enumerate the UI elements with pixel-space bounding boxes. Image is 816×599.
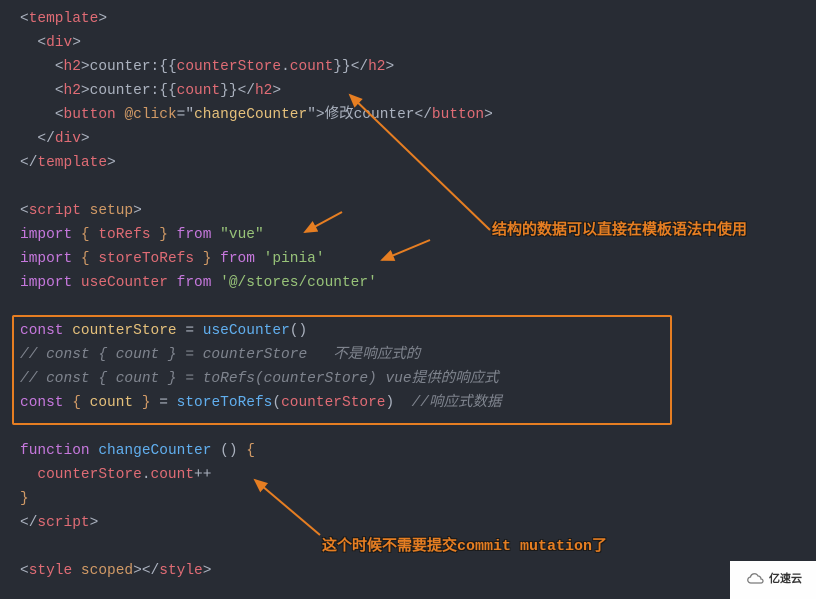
- code-line: </div>: [20, 128, 816, 152]
- annotation-text: 结构的数据可以直接在模板语法中使用: [492, 219, 747, 244]
- code-line: <template>: [20, 8, 816, 32]
- code-line: counterStore.count++: [20, 464, 816, 488]
- code-line: import useCounter from '@/stores/counter…: [20, 272, 816, 296]
- watermark-logo: 亿速云: [730, 561, 816, 599]
- code-line: <div>: [20, 32, 816, 56]
- code-line: </script>: [20, 512, 816, 536]
- code-line: const { count } = storeToRefs(counterSto…: [20, 392, 816, 416]
- code-line: const counterStore = useCounter(): [20, 320, 816, 344]
- code-line: [20, 416, 816, 440]
- code-line: function changeCounter () {: [20, 440, 816, 464]
- cloud-icon: [744, 573, 766, 587]
- code-line: <h2>counter:{{count}}</h2>: [20, 80, 816, 104]
- code-line: </template>: [20, 152, 816, 176]
- code-line: <style scoped></style>: [20, 560, 816, 584]
- watermark-text: 亿速云: [769, 571, 802, 589]
- code-line: // const { count } = toRefs(counterStore…: [20, 368, 816, 392]
- code-line: // const { count } = counterStore 不是响应式的: [20, 344, 816, 368]
- code-line: import { storeToRefs } from 'pinia': [20, 248, 816, 272]
- code-line: <button @click="changeCounter">修改counter…: [20, 104, 816, 128]
- code-line: [20, 296, 816, 320]
- annotation-text: 这个时候不需要提交commit mutation了: [322, 535, 607, 560]
- code-line: [20, 176, 816, 200]
- code-editor: <template> <div> <h2>counter:{{counterSt…: [0, 0, 816, 592]
- code-line: }: [20, 488, 816, 512]
- code-line: <h2>counter:{{counterStore.count}}</h2>: [20, 56, 816, 80]
